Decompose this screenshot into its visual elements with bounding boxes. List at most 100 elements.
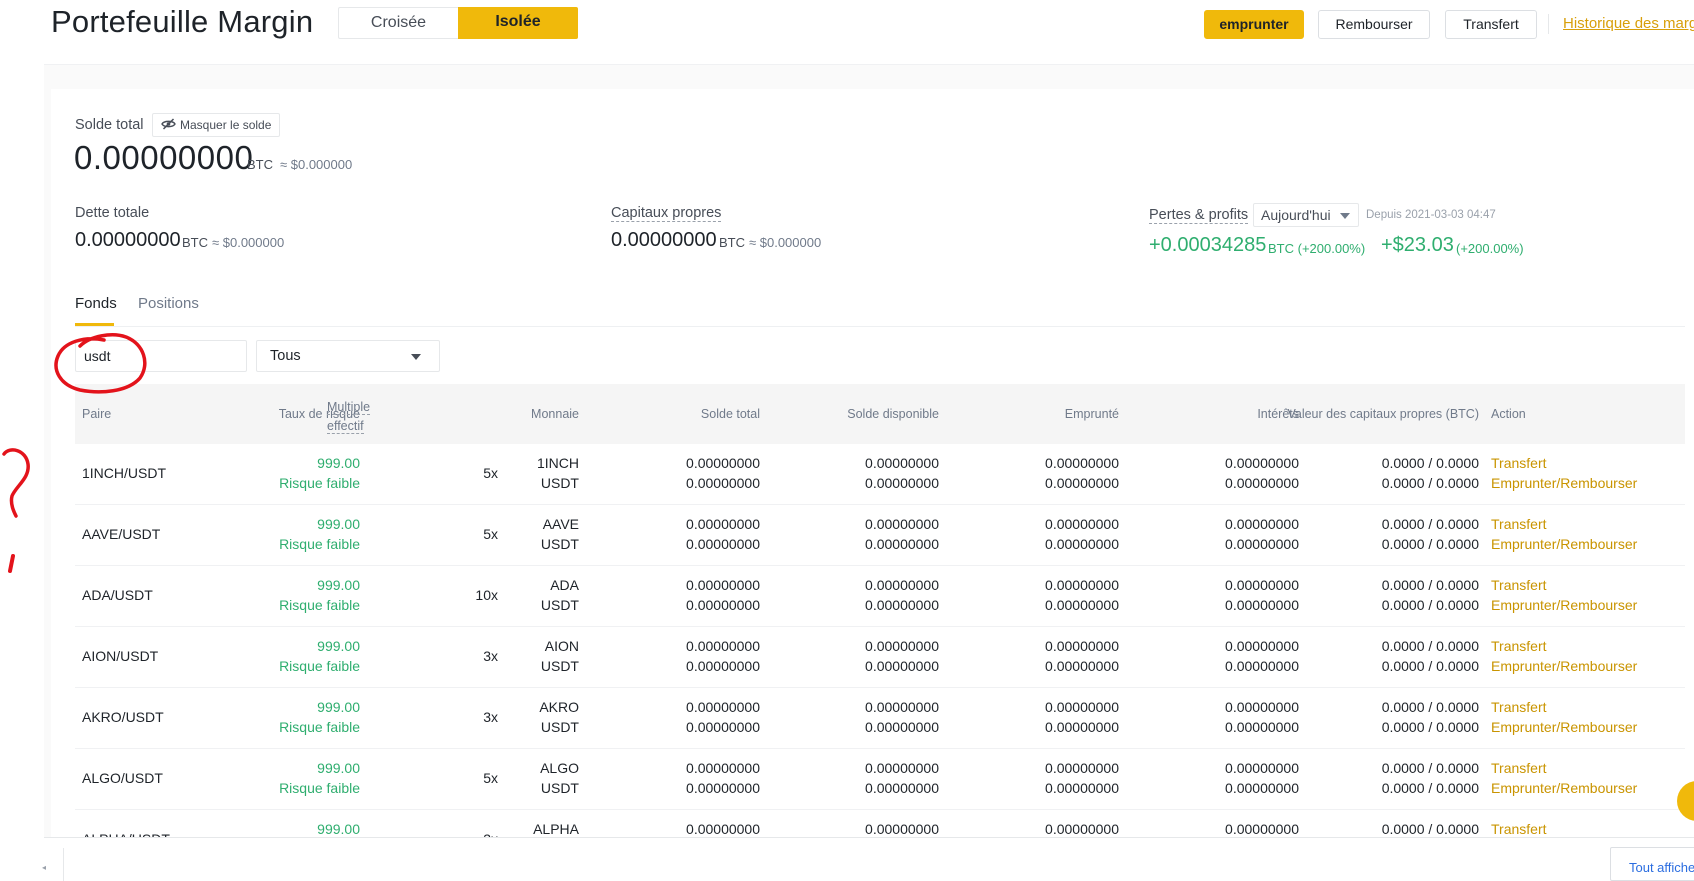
risk-label: Risque faible [279,658,360,674]
risk-value: 999.00 [317,516,360,532]
pair-cell: AION/USDT [82,648,159,664]
show-all-button[interactable]: Tout afficher [1610,847,1694,881]
risk-label: Risque faible [279,475,360,491]
risk-value: 999.00 [317,821,360,837]
pair-cell: AKRO/USDT [82,709,164,725]
eye-slash-icon [161,117,176,133]
borrow-button[interactable]: emprunter [1204,10,1304,39]
borrowed-cell: 0.00000000 0.00000000 [1045,697,1119,737]
table-row: ADA/USDT 999.00 Risque faible 10x ADA US… [75,566,1685,627]
quote-coin: USDT [540,719,579,735]
total-base: 0.00000000 [686,577,760,593]
col-total: Solde total [700,407,760,421]
search-input[interactable] [75,340,247,372]
equity-cell: 0.0000 / 0.0000 0.0000 / 0.0000 [1382,514,1479,554]
coin-cell: AAVE USDT [541,514,579,554]
col-multiple[interactable]: Multiple effectif [327,398,371,436]
total-base: 0.00000000 [686,455,760,471]
tabs-divider [75,326,1685,327]
mode-cross-button[interactable]: Croisée [338,7,458,39]
borrow-repay-link[interactable]: Emprunter/Rembourser [1491,656,1637,676]
interest-base: 0.00000000 [1225,516,1299,532]
risk-cell: 999.00 Risque faible [279,697,360,737]
quote-coin: USDT [540,475,579,491]
transfer-link[interactable]: Transfert [1491,697,1637,717]
borrowed-base: 0.00000000 [1045,455,1119,471]
borrowed-cell: 0.00000000 0.00000000 [1045,636,1119,676]
borrow-repay-link[interactable]: Emprunter/Rembourser [1491,473,1637,493]
available-base: 0.00000000 [865,577,939,593]
base-coin: AKRO [539,699,579,715]
multiple-cell: 10x [475,587,498,603]
available-base: 0.00000000 [865,760,939,776]
col-pair: Paire [82,407,112,421]
transfer-link[interactable]: Transfert [1491,453,1637,473]
base-coin: ALGO [540,760,579,776]
bottom-marker: ◂ [42,863,47,872]
coin-cell: ADA USDT [541,575,579,615]
asset-filter-select[interactable]: Tous [256,340,440,372]
total-balance-approx: ≈ $0.000000 [280,157,353,172]
transfer-link[interactable]: Transfert [1491,758,1637,778]
borrow-repay-link[interactable]: Emprunter/Rembourser [1491,534,1637,554]
coin-cell: AION USDT [541,636,579,676]
transfer-button[interactable]: Transfert [1445,10,1537,39]
total-quote: 0.00000000 [686,536,760,552]
available-quote: 0.00000000 [865,719,939,735]
transfer-link[interactable]: Transfert [1491,575,1637,595]
risk-label: Risque faible [279,597,360,613]
borrow-repay-link[interactable]: Emprunter/Rembourser [1491,717,1637,737]
repay-button[interactable]: Rembourser [1318,10,1430,39]
multiple-cell: 3x [483,648,498,664]
interest-quote: 0.00000000 [1225,597,1299,613]
total-debt-unit: BTC [182,235,208,250]
risk-label: Risque faible [279,536,360,552]
pair-cell: 1INCH/USDT [82,465,167,481]
transfer-link[interactable]: Transfert [1491,636,1637,656]
table-header: Paire Taux de risque Multiple effectif M… [75,384,1685,444]
interest-cell: 0.00000000 0.00000000 [1225,453,1299,493]
base-coin: ALPHA [533,821,579,837]
borrowed-base: 0.00000000 [1045,638,1119,654]
transfer-link[interactable]: Transfert [1491,514,1637,534]
available-cell: 0.00000000 0.00000000 [865,697,939,737]
pnl-usd-percent: (+200.00%) [1456,241,1524,256]
interest-quote: 0.00000000 [1225,780,1299,796]
action-cell: Transfert Emprunter/Rembourser [1491,758,1637,798]
interest-quote: 0.00000000 [1225,719,1299,735]
equity-base: 0.0000 / 0.0000 [1381,577,1479,593]
total-cell: 0.00000000 0.00000000 [686,575,760,615]
action-cell: Transfert Emprunter/Rembourser [1491,636,1637,676]
mode-isolated-button[interactable]: Isolée [458,7,578,39]
equity-label[interactable]: Capitaux propres [611,205,722,222]
borrowed-cell: 0.00000000 0.00000000 [1045,514,1119,554]
transfer-link[interactable]: Transfert [1491,819,1637,839]
pnl-period-select[interactable]: Aujourd'hui [1253,203,1359,227]
borrow-repay-link[interactable]: Emprunter/Rembourser [1491,778,1637,798]
equity-base: 0.0000 / 0.0000 [1381,516,1479,532]
risk-cell: 999.00 Risque faible [279,575,360,615]
base-coin: AION [544,638,579,654]
total-debt-label: Dette totale [75,205,150,221]
interest-quote: 0.00000000 [1225,658,1299,674]
interest-base: 0.00000000 [1225,455,1299,471]
total-quote: 0.00000000 [686,719,760,735]
available-cell: 0.00000000 0.00000000 [865,453,939,493]
margin-history-link[interactable]: Historique des marge [1563,15,1694,32]
total-base: 0.00000000 [686,699,760,715]
borrow-repay-link[interactable]: Emprunter/Rembourser [1491,595,1637,615]
available-quote: 0.00000000 [865,597,939,613]
risk-value: 999.00 [317,455,360,471]
total-debt-approx: ≈ $0.000000 [212,235,285,250]
pair-cell: ALGO/USDT [82,770,163,786]
risk-value: 999.00 [317,760,360,776]
hide-balance-button[interactable]: Masquer le solde [152,113,281,137]
pnl-label[interactable]: Pertes & profits [1149,207,1249,224]
total-debt-value: 0.00000000 [75,229,181,251]
available-cell: 0.00000000 0.00000000 [865,636,939,676]
tab-funds[interactable]: Fonds [75,295,117,312]
table-row: AION/USDT 999.00 Risque faible 3x AION U… [75,627,1685,688]
equity-base: 0.0000 / 0.0000 [1381,455,1479,471]
tab-positions[interactable]: Positions [138,295,199,312]
pnl-since: Depuis 2021-03-03 04:47 [1366,209,1496,221]
